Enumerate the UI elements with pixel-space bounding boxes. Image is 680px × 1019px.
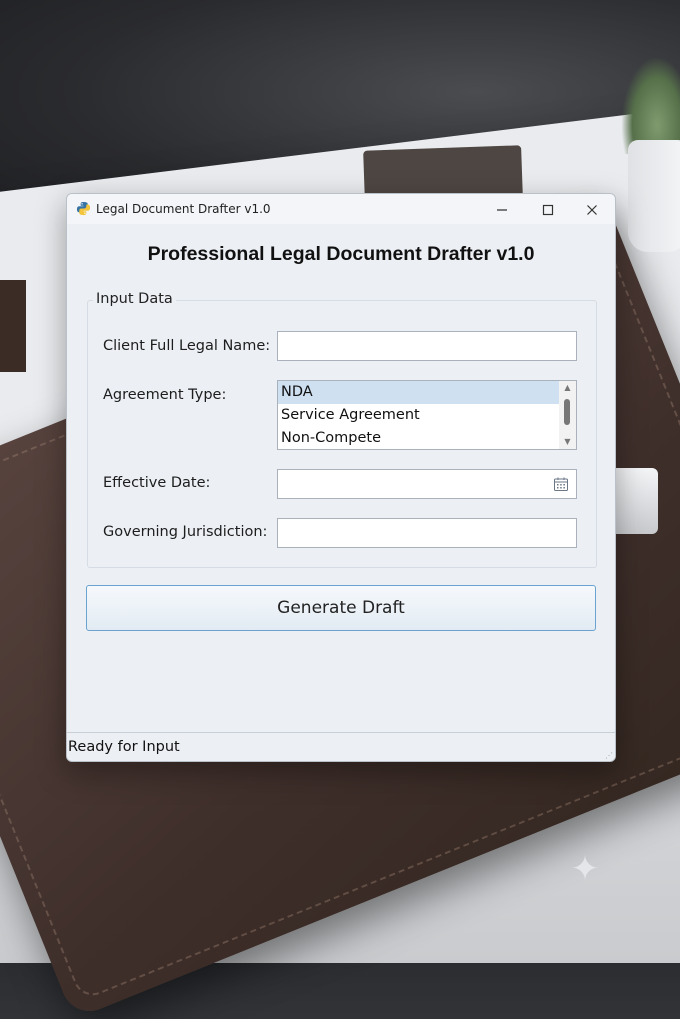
list-item[interactable]: Non-Compete [278, 427, 562, 449]
list-item[interactable]: Service Agreement [278, 404, 562, 427]
calendar-icon[interactable] [553, 476, 569, 492]
scrollbar-thumb[interactable] [564, 399, 570, 425]
listbox-scrollbar[interactable]: ▲ ▼ [559, 381, 576, 449]
page-title: Professional Legal Document Drafter v1.0 [147, 243, 535, 265]
agreement-type-listbox[interactable]: NDA Service Agreement Non-Compete ▲ ▼ [277, 380, 577, 450]
generate-draft-button[interactable]: Generate Draft [86, 585, 596, 631]
status-bar: Ready for Input ⋰ [67, 732, 615, 761]
scroll-down-icon[interactable]: ▼ [559, 435, 576, 449]
close-button[interactable] [569, 194, 615, 224]
scroll-up-icon[interactable]: ▲ [559, 381, 576, 395]
maximize-icon [542, 204, 554, 215]
jurisdiction-label: Governing Jurisdiction: [103, 524, 268, 540]
background-box [0, 280, 26, 372]
client-name-input[interactable] [277, 331, 577, 361]
app-window: Legal Document Drafter v1.0 Professional… [66, 193, 616, 762]
resize-grip-icon[interactable]: ⋰ [605, 752, 613, 760]
effective-date-input[interactable] [277, 469, 577, 499]
sparkle-icon: ✦ [570, 849, 600, 889]
title-bar[interactable]: Legal Document Drafter v1.0 [67, 194, 615, 224]
list-item[interactable]: NDA [278, 381, 562, 404]
client-name-label: Client Full Legal Name: [103, 338, 271, 354]
python-icon [76, 201, 91, 216]
agreement-type-label: Agreement Type: [103, 387, 227, 403]
effective-date-label: Effective Date: [103, 475, 211, 491]
group-legend: Input Data [93, 291, 176, 307]
maximize-button[interactable] [525, 194, 571, 224]
close-icon [587, 204, 597, 215]
background-plant-pot [628, 140, 680, 252]
minimize-button[interactable] [479, 194, 525, 224]
minimize-icon [497, 208, 507, 211]
status-text: Ready for Input [68, 739, 180, 755]
window-title: Legal Document Drafter v1.0 [96, 202, 271, 216]
jurisdiction-input[interactable] [277, 518, 577, 548]
